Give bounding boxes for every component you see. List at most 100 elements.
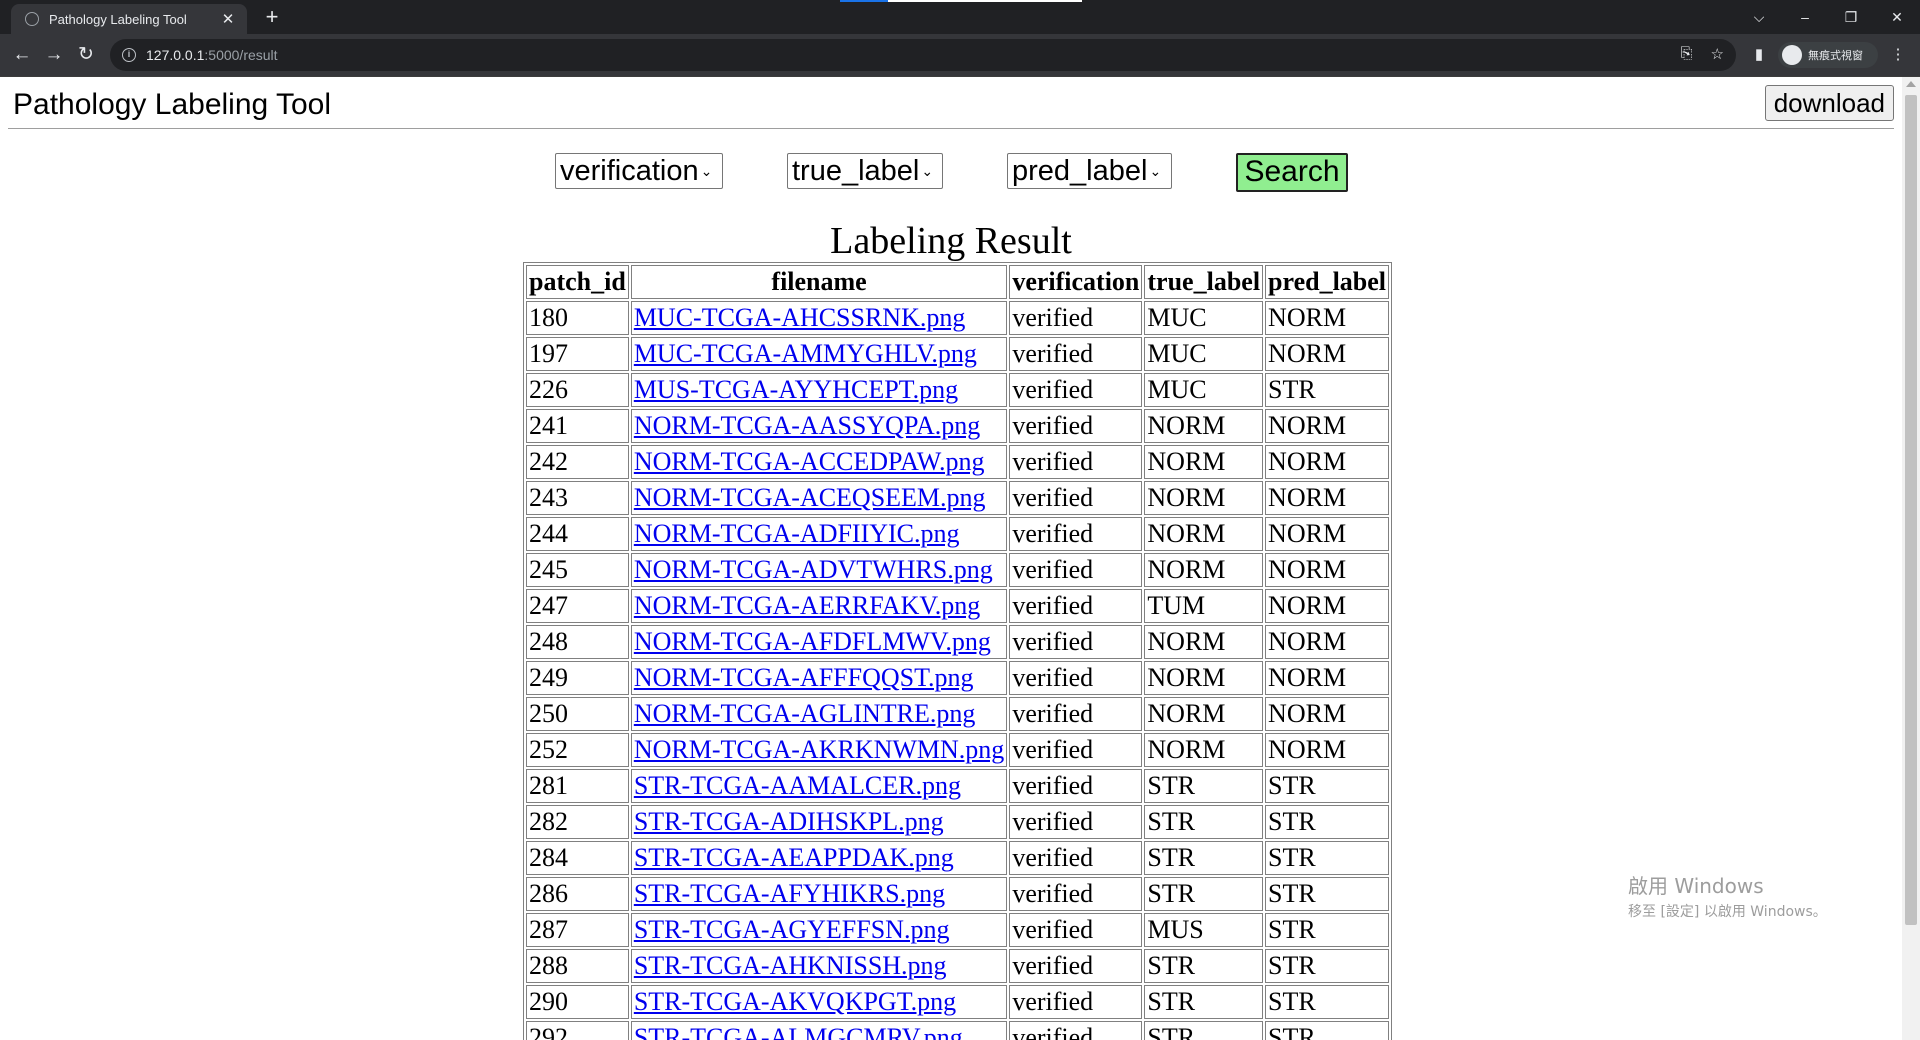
pred-label-cell: STR [1265,913,1390,947]
table-row: 292 STR-TCGA-ALMGCMRV.png verified STR STR [526,1021,1390,1040]
true-label-cell: NORM [1144,625,1264,659]
filename-link[interactable]: STR-TCGA-AGYEFFSN.png [634,915,950,944]
table-row: 286 STR-TCGA-AFYHIKRS.png verified STR STR [526,877,1390,911]
verification-cell: verified [1009,589,1143,623]
filename-link[interactable]: STR-TCGA-AHKNISSH.png [634,951,947,980]
filename-link[interactable]: NORM-TCGA-ACCEDPAW.png [634,447,985,476]
loading-progress-bar [840,0,1082,2]
patch-id-cell: 284 [526,841,629,875]
table-header-row: patch_id filename verification true_labe… [526,265,1390,299]
true-label-cell: MUC [1144,373,1264,407]
verification-cell: verified [1009,733,1143,767]
patch-id-cell: 244 [526,517,629,551]
address-bar[interactable]: i 127.0.0.1:5000/result ⎘ ☆ [110,39,1736,71]
windows-activation-watermark: 啟用 Windows 移至 [設定] 以啟用 Windows。 [1628,870,1827,921]
incognito-profile-chip[interactable]: 無痕式視窗 [1778,42,1878,68]
more-menu-icon[interactable]: ⋮ [1886,43,1910,67]
verification-cell: verified [1009,877,1143,911]
table-row: 245 NORM-TCGA-ADVTWHRS.png verified NORM NOR… [526,553,1390,587]
bookmark-star-icon[interactable]: ☆ [1711,45,1724,63]
window-close-button[interactable]: ✕ [1874,0,1920,34]
page-content: Pathology Labeling Tool download verific… [0,77,1902,1040]
pred-label-cell: NORM [1265,625,1390,659]
filename-link[interactable]: STR-TCGA-ADIHSKPL.png [634,807,944,836]
back-icon[interactable]: ← [8,41,36,69]
patch-id-cell: 245 [526,553,629,587]
filename-link[interactable]: NORM-TCGA-ADVTWHRS.png [634,555,993,584]
url-path: :5000/result [204,47,278,63]
patch-id-cell: 241 [526,409,629,443]
filename-cell: STR-TCGA-ADIHSKPL.png [630,805,1008,839]
pred-label-cell: NORM [1265,409,1390,443]
download-button[interactable]: download [1764,85,1894,121]
filename-cell: STR-TCGA-AHKNISSH.png [630,949,1008,983]
verification-select[interactable]: verification ⌄ [555,153,723,189]
verification-select-value: verification [560,154,699,187]
filename-cell: NORM-TCGA-ACEQSEEM.png [630,481,1008,515]
filename-link[interactable]: NORM-TCGA-AERRFAKV.png [634,591,980,620]
patch-id-cell: 180 [526,301,629,335]
pred-label-cell: NORM [1265,661,1390,695]
pred-label-cell: NORM [1265,517,1390,551]
pred-label-cell: STR [1265,877,1390,911]
filename-link[interactable]: STR-TCGA-AKVQKPGT.png [634,987,956,1016]
filename-link[interactable]: STR-TCGA-ALMGCMRV.png [634,1023,963,1040]
scroll-up-icon[interactable] [1906,81,1916,87]
filename-link[interactable]: NORM-TCGA-AKRKNWMN.png [634,735,1005,764]
filename-cell: NORM-TCGA-AASSYQPA.png [630,409,1008,443]
filename-link[interactable]: MUC-TCGA-AHCSSRNK.png [634,303,966,332]
chevron-down-icon: ⌄ [1149,162,1162,179]
verification-cell: verified [1009,985,1143,1019]
true-label-cell: NORM [1144,697,1264,731]
true-label-select[interactable]: true_label ⌄ [787,153,943,189]
browser-tab-active[interactable]: Pathology Labeling Tool ✕ [11,4,247,34]
pred-label-cell: NORM [1265,553,1390,587]
translate-icon[interactable]: ⎘ [1681,45,1693,63]
pred-label-cell: STR [1265,1021,1390,1040]
filename-link[interactable]: NORM-TCGA-ACEQSEEM.png [634,483,986,512]
filename-link[interactable]: MUC-TCGA-AMMYGHLV.png [634,339,977,368]
patch-id-cell: 252 [526,733,629,767]
pred-label-cell: STR [1265,805,1390,839]
results-heading: Labeling Result [830,220,1072,262]
true-label-cell: NORM [1144,481,1264,515]
page-scrollbar[interactable] [1902,77,1920,1040]
filename-link[interactable]: NORM-TCGA-AASSYQPA.png [634,411,980,440]
page-title: Pathology Labeling Tool [13,88,332,121]
filename-link[interactable]: NORM-TCGA-AFDFLMWV.png [634,627,991,656]
pred-label-cell: STR [1265,373,1390,407]
table-row: 287 STR-TCGA-AGYEFFSN.png verified MUS STR [526,913,1390,947]
new-tab-button[interactable]: + [258,4,286,32]
reload-icon[interactable]: ↻ [72,41,100,69]
browser-toolbar: ← → ↻ i 127.0.0.1:5000/result ⎘ ☆ ▮ 無痕式視… [0,34,1920,77]
filename-link[interactable]: NORM-TCGA-AGLINTRE.png [634,699,976,728]
filename-cell: NORM-TCGA-ACCEDPAW.png [630,445,1008,479]
filename-link[interactable]: STR-TCGA-AEAPPDAK.png [634,843,954,872]
side-panel-icon[interactable]: ▮ [1747,43,1771,67]
verification-cell: verified [1009,553,1143,587]
filename-link[interactable]: NORM-TCGA-AFFFQQST.png [634,663,974,692]
column-header: filename [630,265,1008,299]
verification-cell: verified [1009,661,1143,695]
table-row: 281 STR-TCGA-AAMALCER.png verified STR STR [526,769,1390,803]
chevron-down-icon: ⌄ [921,162,934,179]
pred-label-select[interactable]: pred_label ⌄ [1007,153,1172,189]
search-button[interactable]: Search [1236,153,1348,192]
filename-cell: MUC-TCGA-AHCSSRNK.png [630,301,1008,335]
patch-id-cell: 282 [526,805,629,839]
patch-id-cell: 292 [526,1021,629,1040]
scrollbar-thumb[interactable] [1905,95,1917,925]
minimize-button[interactable]: – [1782,0,1828,34]
forward-icon[interactable]: → [40,41,68,69]
close-tab-icon[interactable]: ✕ [219,10,237,28]
patch-id-cell: 242 [526,445,629,479]
patch-id-cell: 286 [526,877,629,911]
filename-link[interactable]: STR-TCGA-AFYHIKRS.png [634,879,945,908]
filename-link[interactable]: STR-TCGA-AAMALCER.png [634,771,961,800]
restore-button[interactable]: ❐ [1828,0,1874,34]
filename-link[interactable]: NORM-TCGA-ADFIIYIC.png [634,519,960,548]
filename-link[interactable]: MUS-TCGA-AYYHCEPT.png [634,375,958,404]
tab-search-icon[interactable]: ⌵ [1736,0,1782,34]
site-info-icon[interactable]: i [122,48,136,62]
column-header: verification [1009,265,1143,299]
